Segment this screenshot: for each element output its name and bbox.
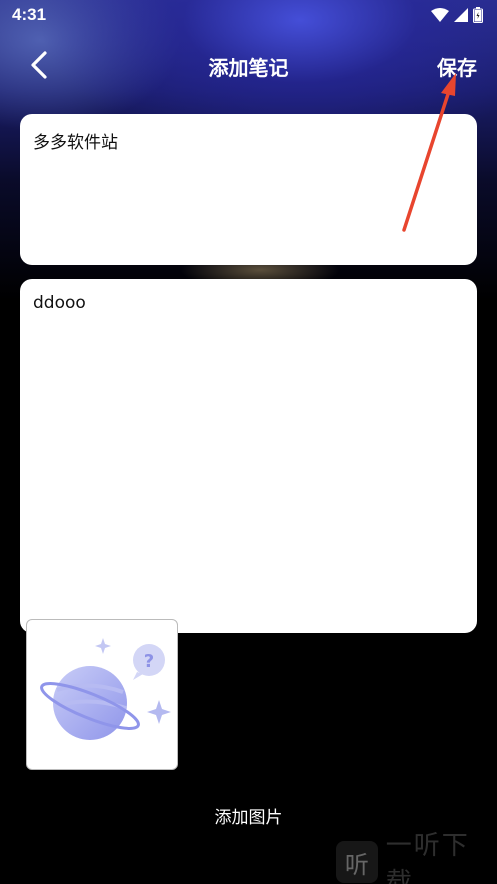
status-bar: 4:31: [0, 0, 497, 30]
note-title-value: 多多软件站: [33, 133, 118, 153]
app-header: 添加笔记 保存: [0, 44, 497, 90]
add-image-button[interactable]: ?: [26, 619, 178, 770]
planet-placeholder-icon: ?: [40, 638, 171, 740]
status-time: 4:31: [12, 5, 47, 24]
note-content-input[interactable]: ddooo: [20, 279, 477, 633]
status-icons: [431, 7, 483, 23]
battery-icon: [473, 7, 483, 23]
watermark-text: 一听下载: [385, 831, 470, 884]
page-title: 添加笔记: [208, 56, 289, 80]
save-button[interactable]: 保存: [437, 52, 477, 81]
watermark-logo: 听: [336, 841, 378, 883]
wifi-icon: [431, 8, 449, 22]
svg-text:?: ?: [144, 651, 154, 672]
watermark: 听 一听下载: [336, 831, 497, 884]
signal-icon: [454, 8, 468, 22]
note-content-value: ddooo: [33, 293, 86, 313]
note-title-input[interactable]: 多多软件站: [20, 114, 477, 265]
